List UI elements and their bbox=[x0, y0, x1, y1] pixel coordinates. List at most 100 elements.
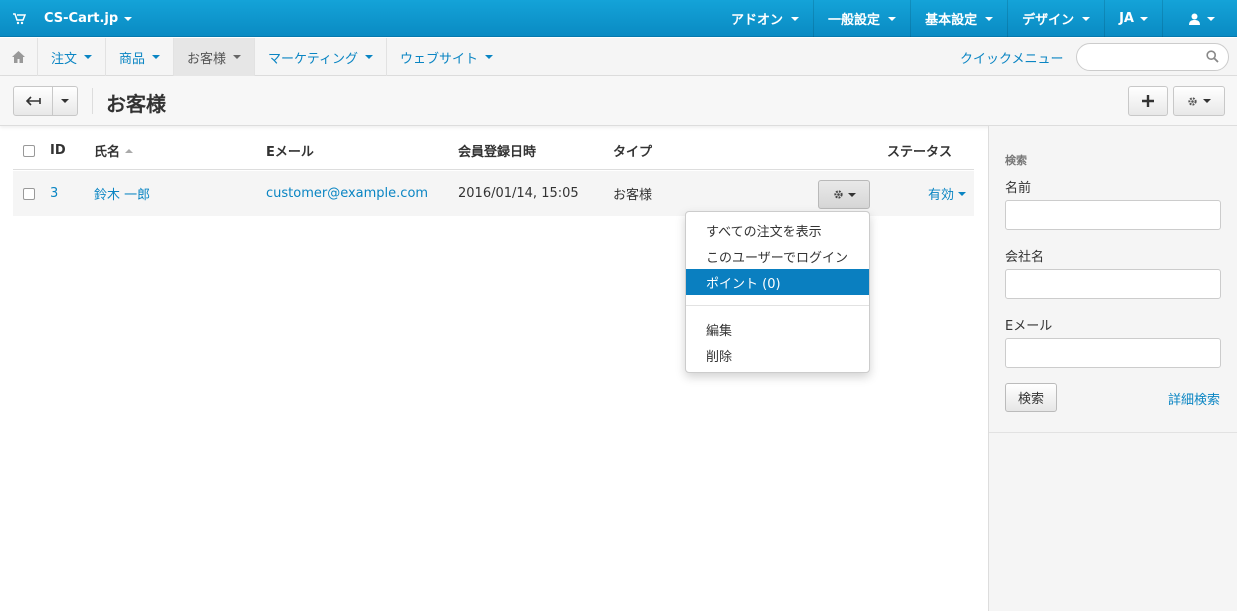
nav-customers[interactable]: お客様 bbox=[174, 38, 256, 76]
brand-name[interactable]: CS-Cart.jp bbox=[44, 11, 133, 26]
nav-marketing[interactable]: マーケティング bbox=[255, 38, 388, 76]
back-arrow-icon bbox=[25, 96, 41, 106]
top-bar: CS-Cart.jp アドオン 一般設定 基本設定 デザイン JA bbox=[0, 0, 1237, 37]
company-field[interactable] bbox=[1006, 270, 1220, 298]
chevron-down-icon bbox=[365, 55, 374, 59]
settings-button[interactable] bbox=[1173, 86, 1225, 116]
nav-website[interactable]: ウェブサイト bbox=[387, 38, 506, 76]
menu-item-login-as-user[interactable]: このユーザーでログイン bbox=[686, 243, 869, 269]
home-link[interactable] bbox=[0, 38, 38, 76]
back-dropdown-button[interactable] bbox=[52, 86, 78, 116]
chevron-down-icon bbox=[985, 16, 994, 21]
company-field-wrap bbox=[1005, 269, 1221, 299]
title-bar: お客様 bbox=[0, 76, 1237, 126]
cart-icon bbox=[12, 12, 26, 26]
chevron-down-icon bbox=[1207, 16, 1215, 21]
brand[interactable]: CS-Cart.jp bbox=[12, 0, 133, 37]
quick-menu-label: クイックメニュー bbox=[960, 51, 1064, 67]
back-button[interactable] bbox=[13, 86, 53, 116]
chevron-down-icon bbox=[958, 191, 967, 196]
home-icon bbox=[12, 51, 25, 63]
chevron-down-icon bbox=[1203, 99, 1211, 103]
row-checkbox[interactable] bbox=[23, 187, 35, 200]
chevron-down-icon bbox=[124, 16, 133, 21]
header-email[interactable]: Eメール bbox=[266, 132, 314, 169]
row-actions-menu: すべての注文を表示 このユーザーでログイン ポイント (0) 編集 削除 bbox=[685, 211, 870, 373]
chevron-down-icon bbox=[485, 55, 494, 59]
gear-icon bbox=[1188, 96, 1197, 106]
nav-label: 商品 bbox=[119, 51, 146, 67]
chevron-down-icon bbox=[1140, 16, 1148, 21]
top-menu-basic-settings[interactable]: 基本設定 bbox=[910, 0, 1007, 37]
chevron-down-icon bbox=[847, 192, 856, 197]
row-registered: 2016/01/14, 15:05 bbox=[458, 186, 579, 201]
header-status[interactable]: ステータス bbox=[887, 132, 952, 169]
chevron-down-icon bbox=[233, 55, 242, 59]
plus-icon bbox=[1142, 95, 1154, 107]
menu-item-points[interactable]: ポイント (0) bbox=[686, 269, 869, 295]
top-menu-user[interactable] bbox=[1162, 0, 1237, 37]
chevron-down-icon bbox=[791, 16, 800, 21]
header-name-label: 氏名 bbox=[94, 145, 121, 160]
nav-label: お客様 bbox=[187, 51, 227, 67]
nav-label: ウェブサイト bbox=[400, 51, 479, 67]
page-title: お客様 bbox=[106, 92, 166, 116]
row-id[interactable]: 3 bbox=[50, 171, 58, 216]
divider bbox=[92, 88, 93, 114]
gear-icon bbox=[833, 190, 843, 199]
row-type: お客様 bbox=[613, 188, 653, 203]
header-type[interactable]: タイプ bbox=[613, 132, 652, 169]
top-menu-language[interactable]: JA bbox=[1104, 0, 1162, 37]
top-menu-addons[interactable]: アドオン bbox=[717, 0, 813, 37]
chevron-down-icon bbox=[61, 99, 69, 103]
email-field-wrap bbox=[1005, 338, 1221, 368]
top-menu-label: JA bbox=[1119, 11, 1134, 26]
table-header: ID 氏名 Eメール 会員登録日時 タイプ ステータス bbox=[13, 132, 974, 170]
main-nav: 注文 商品 お客様 マーケティング ウェブサイト クイックメニュー bbox=[0, 38, 1237, 76]
header-registered[interactable]: 会員登録日時 bbox=[458, 132, 536, 169]
chevron-down-icon bbox=[152, 55, 161, 59]
user-icon bbox=[1189, 13, 1200, 25]
row-actions-button[interactable] bbox=[818, 180, 870, 209]
top-menu-label: デザイン bbox=[1022, 13, 1075, 28]
sidebar-divider bbox=[989, 432, 1237, 433]
header-id[interactable]: ID bbox=[50, 132, 66, 169]
top-menu-label: 一般設定 bbox=[828, 13, 881, 28]
advanced-search-link[interactable]: 詳細検索 bbox=[1168, 389, 1220, 408]
nav-label: マーケティング bbox=[268, 51, 359, 67]
sort-asc-icon bbox=[125, 148, 134, 153]
nav-orders[interactable]: 注文 bbox=[38, 38, 107, 76]
chevron-down-icon bbox=[84, 55, 93, 59]
company-label: 会社名 bbox=[1005, 250, 1045, 265]
add-customer-button[interactable] bbox=[1128, 86, 1168, 116]
top-menu: アドオン 一般設定 基本設定 デザイン JA bbox=[717, 0, 1237, 37]
row-email[interactable]: customer@example.com bbox=[266, 171, 428, 216]
nav-label: 注文 bbox=[51, 51, 78, 67]
header-name[interactable]: 氏名 bbox=[94, 132, 134, 169]
row-status[interactable]: 有効 bbox=[928, 171, 967, 216]
chevron-down-icon bbox=[888, 16, 897, 21]
menu-divider bbox=[686, 305, 869, 306]
row-name[interactable]: 鈴木 一郎 bbox=[94, 171, 150, 216]
search-icon[interactable] bbox=[1206, 50, 1219, 63]
name-field-wrap bbox=[1005, 200, 1221, 230]
search-input[interactable] bbox=[1087, 44, 1207, 70]
search-sidebar: 検索 名前 会社名 Eメール 検索 詳細検索 bbox=[988, 126, 1237, 611]
search-button[interactable]: 検索 bbox=[1005, 383, 1057, 412]
brand-label: CS-Cart.jp bbox=[44, 11, 119, 26]
menu-item-view-orders[interactable]: すべての注文を表示 bbox=[686, 217, 869, 243]
quick-menu-link[interactable]: クイックメニュー bbox=[960, 38, 1063, 76]
row-select-cell bbox=[23, 171, 35, 216]
name-label: 名前 bbox=[1005, 181, 1032, 196]
name-field[interactable] bbox=[1006, 201, 1220, 229]
email-field[interactable] bbox=[1006, 339, 1220, 367]
row-status-label: 有効 bbox=[928, 188, 955, 203]
global-search bbox=[1076, 43, 1229, 71]
nav-products[interactable]: 商品 bbox=[106, 38, 175, 76]
menu-item-edit[interactable]: 編集 bbox=[686, 316, 869, 342]
top-menu-general-settings[interactable]: 一般設定 bbox=[813, 0, 910, 37]
top-menu-label: アドオン bbox=[731, 13, 784, 28]
select-all-checkbox[interactable] bbox=[23, 144, 35, 157]
menu-item-delete[interactable]: 削除 bbox=[686, 342, 869, 368]
top-menu-design[interactable]: デザイン bbox=[1007, 0, 1104, 37]
